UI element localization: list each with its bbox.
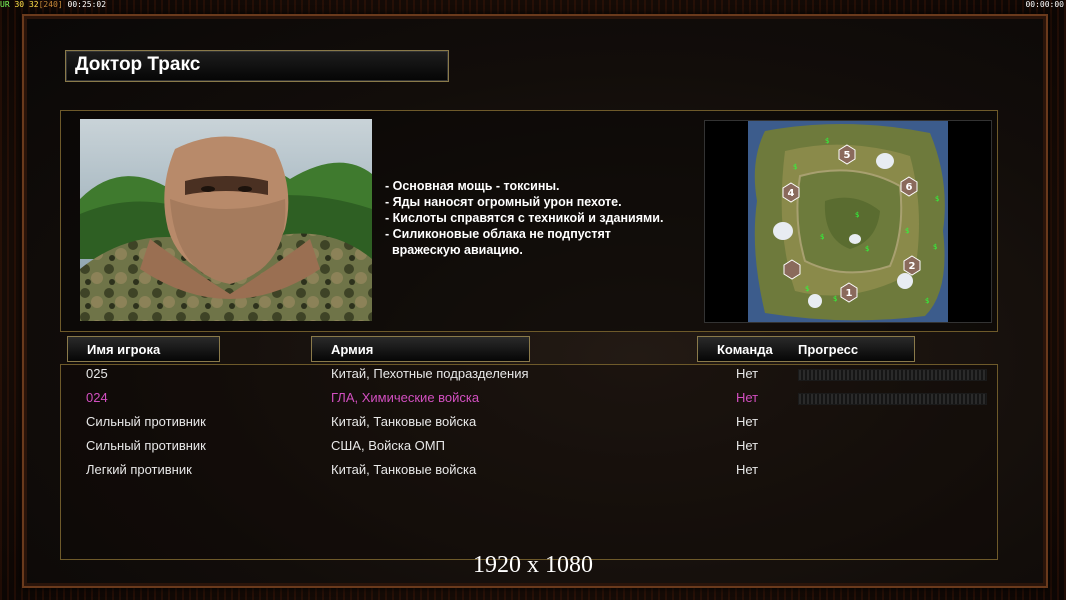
player-row: 025 Китай, Пехотные подразделения Нет — [61, 365, 997, 389]
general-info-panel: - Основная мощь - токсины. - Яды наносят… — [60, 110, 998, 332]
svg-text:$: $ — [855, 211, 859, 219]
fps-value-2: 32 — [28, 0, 39, 9]
description-line: - Яды наносят огромный урон пехоте. — [385, 195, 622, 209]
player-team: Нет — [736, 366, 759, 381]
player-row: 024 ГЛА, Химические войска Нет — [61, 389, 997, 413]
player-name: Сильный противник — [86, 414, 206, 429]
player-name: 024 — [86, 390, 108, 405]
svg-text:$: $ — [935, 195, 939, 203]
player-army: Китай, Пехотные подразделения — [331, 366, 529, 381]
player-name: Сильный противник — [86, 438, 206, 453]
portrait-image — [80, 119, 372, 321]
fps-label: UR — [0, 0, 10, 9]
player-row: Сильный противник США, Войска ОМП Нет — [61, 437, 997, 461]
player-army: ГЛА, Химические войска — [331, 390, 480, 405]
minimap-image: $$$ $$$ $$$ $$$ 5 4 6 2 1 — [705, 121, 991, 322]
general-description: - Основная мощь - токсины. - Яды наносят… — [385, 178, 663, 258]
svg-text:$: $ — [933, 243, 937, 251]
header-army: Армия — [311, 336, 530, 362]
start-position-5: 5 — [844, 150, 851, 161]
start-position-1: 1 — [846, 288, 853, 299]
player-army: Китай, Танковые войска — [331, 462, 477, 477]
player-list: 025 Китай, Пехотные подразделения Нет 02… — [60, 364, 998, 560]
minimap: $$$ $$$ $$$ $$$ 5 4 6 2 1 — [704, 120, 992, 323]
fps-value: 30 — [14, 0, 25, 9]
player-army: США, Войска ОМП — [331, 438, 445, 453]
fps-overlay: UR 30 32[240] 00:25:02 — [0, 0, 106, 9]
header-army-label: Армия — [331, 342, 374, 357]
player-team: Нет — [736, 414, 759, 429]
svg-text:$: $ — [865, 245, 869, 253]
player-name: Легкий противник — [86, 462, 192, 477]
player-army: Китай, Танковые войска — [331, 414, 477, 429]
header-team-label: Команда — [717, 342, 773, 357]
start-position-4: 4 — [788, 188, 795, 199]
header-player-name: Имя игрока — [67, 336, 220, 362]
progress-bar — [798, 369, 987, 381]
header-team-progress: Команда Прогресс — [697, 336, 915, 362]
start-position-6: 6 — [906, 182, 913, 193]
svg-text:$: $ — [793, 163, 797, 171]
svg-text:$: $ — [825, 137, 829, 145]
description-line: вражескую авиацию. — [385, 243, 523, 257]
fps-limit: [240] — [38, 0, 63, 9]
player-team: Нет — [736, 462, 759, 477]
player-team: Нет — [736, 438, 759, 453]
svg-text:$: $ — [905, 227, 909, 235]
general-name: Доктор Тракс — [75, 54, 201, 75]
progress-bar — [798, 393, 987, 405]
player-name: 025 — [86, 366, 108, 381]
player-row: Сильный противник Китай, Танковые войска… — [61, 413, 997, 437]
svg-text:$: $ — [820, 233, 824, 241]
description-line: - Кислоты справятся с техникой и зданиям… — [385, 211, 664, 225]
header-progress-label: Прогресс — [798, 342, 859, 357]
general-title-box: Доктор Тракс — [65, 50, 449, 82]
elapsed-time: 00:25:02 — [67, 0, 107, 9]
start-position-2: 2 — [909, 261, 916, 272]
player-team: Нет — [736, 390, 759, 405]
svg-text:$: $ — [805, 285, 809, 293]
game-clock: 00:00:00 — [1025, 0, 1064, 9]
svg-text:$: $ — [833, 295, 837, 303]
general-portrait — [80, 119, 372, 321]
svg-text:$: $ — [925, 297, 929, 305]
description-line: - Основная мощь - токсины. — [385, 179, 560, 193]
resolution-caption: 1920 x 1080 — [473, 552, 593, 578]
player-row: Легкий противник Китай, Танковые войска … — [61, 461, 997, 485]
description-line: - Силиконовые облака не подпустят — [385, 227, 611, 241]
header-player-label: Имя игрока — [87, 342, 161, 357]
